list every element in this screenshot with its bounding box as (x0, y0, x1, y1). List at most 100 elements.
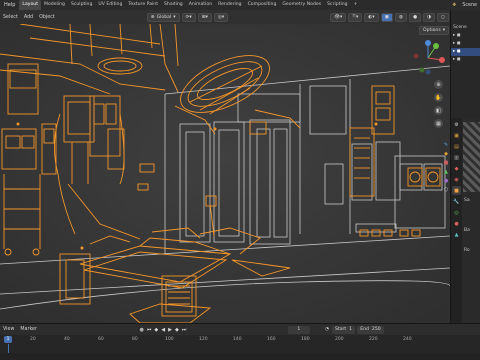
modifier-icon[interactable]: 🔧 (452, 197, 461, 206)
world-icon[interactable]: ◉ (452, 175, 461, 184)
pivot-point-button[interactable]: ⟳▾ (181, 12, 196, 22)
timeline-area[interactable]: 1 20 40 60 80 100 120 140 160 180 200 22… (0, 335, 480, 353)
tab-animation[interactable]: Animation (186, 0, 215, 10)
menu-view[interactable]: View (0, 327, 17, 332)
visibility-button[interactable]: 👁▾ (330, 12, 347, 22)
preview-range-icon[interactable]: ◔ (322, 327, 332, 332)
props-label: Ro (464, 248, 470, 253)
shading-rendered-button[interactable]: ○ (436, 12, 449, 22)
start-label: Start (335, 326, 347, 332)
tab-compositing[interactable]: Compositing (245, 0, 280, 10)
chevron-down-icon: ▾ (173, 14, 176, 20)
play-icon[interactable]: ▶ (167, 327, 174, 333)
viewport-header: Select Add Object ⊕ Global ▾ ⟳▾ ⊞▾ ◎▾ 👁▾… (0, 10, 450, 24)
side-toolbar: ✎ ◆ ■ ▲ ● ⬡ (442, 142, 450, 312)
tab-scripting[interactable]: Scripting (324, 0, 350, 10)
frame-tick: 140 (233, 337, 242, 342)
prev-key-icon[interactable]: ◆ (153, 327, 160, 333)
next-key-icon[interactable]: ◆ (173, 327, 180, 333)
tool-settings-icon[interactable]: ⚙ (452, 120, 461, 129)
overlays-button[interactable]: ◐▾ (364, 12, 379, 22)
tab-layout[interactable]: Layout (19, 0, 42, 10)
frame-tick: 220 (369, 337, 378, 342)
scene-selector[interactable]: Scene (459, 3, 480, 8)
end-frame-field[interactable]: End 250 (357, 325, 384, 334)
frame-tick: 160 (267, 337, 276, 342)
outliner-row-selected[interactable]: ▸ ◼ (451, 48, 480, 56)
play-reverse-icon[interactable]: ◀ (160, 327, 167, 333)
navigation-gizmo[interactable] (408, 38, 448, 78)
top-menu-bar: Help Layout Modeling Sculpting UV Editin… (0, 0, 480, 10)
camera-icon[interactable]: ◧ (434, 106, 443, 115)
tab-geometry-nodes[interactable]: Geometry Nodes (279, 0, 324, 10)
transform-orientation-dropdown[interactable]: ⊕ Global ▾ (146, 12, 180, 22)
menu-help[interactable]: Help (0, 0, 19, 10)
tool-icon[interactable]: ● (444, 178, 448, 184)
object-props-icon[interactable]: ■ (452, 186, 461, 195)
start-frame-field[interactable]: Start 1 (332, 325, 356, 334)
menu-select[interactable]: Select (0, 15, 21, 20)
jump-start-icon[interactable]: ⏮ (145, 327, 153, 333)
xray-toggle-button[interactable]: ▣ (380, 12, 393, 22)
physics-icon[interactable]: ◎ (452, 208, 461, 217)
end-label: End (360, 326, 369, 332)
zoom-icon[interactable]: ⊕ (434, 80, 443, 89)
tab-rendering[interactable]: Rendering (215, 0, 244, 10)
props-label: Ba (464, 228, 470, 233)
gizmo-toggle-button[interactable]: ⤧▾ (348, 12, 363, 22)
grid-icon[interactable]: ▦ (434, 119, 443, 128)
data-icon[interactable]: ▲ (452, 230, 461, 239)
output-icon[interactable]: ▤ (452, 142, 461, 151)
frame-tick: 80 (132, 337, 138, 342)
hand-pan-icon[interactable]: ✋ (434, 93, 443, 102)
tab-uv-editing[interactable]: UV Editing (95, 0, 125, 10)
tool-icon[interactable]: ■ (444, 160, 449, 166)
menu-object[interactable]: Object (36, 15, 58, 20)
tool-icon[interactable]: ◆ (444, 151, 448, 157)
outliner-row[interactable]: ▸ ◼ (451, 56, 480, 64)
tool-icon[interactable]: ✎ (444, 142, 448, 148)
frame-tick: 20 (30, 337, 36, 342)
outliner-row-scene[interactable]: Scene (451, 24, 480, 32)
menu-add[interactable]: Add (21, 15, 36, 20)
tool-icon[interactable]: ▲ (444, 169, 448, 175)
outliner-row[interactable]: ▸ ◼ (451, 40, 480, 48)
menu-marker[interactable]: Marker (17, 327, 40, 332)
proportional-edit-button[interactable]: ◎▾ (213, 12, 229, 22)
material-icon[interactable]: ● (452, 219, 461, 228)
frame-tick: 120 (199, 337, 208, 342)
tool-icon[interactable]: ⬡ (444, 187, 448, 193)
tab-shading[interactable]: Shading (161, 0, 186, 10)
3d-viewport[interactable]: Options ▾ ⊕ ✋ ◧ ▦ ✎ ◆ ■ ▲ ● ⬡ (0, 24, 450, 323)
current-frame-field[interactable]: 1 (287, 325, 310, 334)
tab-sculpting[interactable]: Sculpting (68, 0, 95, 10)
shading-material-button[interactable]: ◑ (422, 12, 435, 22)
view-layer-icon[interactable]: ▥ (452, 153, 461, 162)
scene-props-icon[interactable]: ◆ (452, 164, 461, 173)
shading-wireframe-button[interactable]: ◍ (394, 12, 407, 22)
playhead-indicator[interactable]: 1 (4, 336, 12, 343)
shading-solid-button[interactable]: ● (408, 12, 421, 22)
snap-button[interactable]: ⊞▾ (197, 12, 212, 22)
options-dropdown[interactable]: Options ▾ (419, 26, 450, 35)
auto-key-icon[interactable]: ● (138, 327, 145, 333)
texture-preview (463, 122, 480, 192)
frame-tick: 60 (98, 337, 104, 342)
add-workspace-icon[interactable]: + (351, 0, 361, 10)
properties-panel: ⚙ ▣ ▤ ▥ ◆ ◉ ■ 🔧 ◎ ● ▲ Sa Ba Ro (450, 118, 480, 323)
scene-icon[interactable]: ❖ (449, 3, 459, 8)
render-icon[interactable]: ▣ (452, 131, 461, 140)
jump-end-icon[interactable]: ⏭ (180, 327, 188, 333)
timeline-header: View Marker ● ⏮ ◆ ◀ ▶ ◆ ⏭ 1 ◔ Start 1 En… (0, 323, 480, 335)
viewport-nav-buttons: ⊕ ✋ ◧ ▦ (434, 80, 443, 128)
tab-modeling[interactable]: Modeling (41, 0, 68, 10)
tab-texture-paint[interactable]: Texture Paint (125, 0, 161, 10)
status-bar (0, 353, 480, 360)
orientation-icon: ⊕ (150, 14, 155, 20)
wireframe-scene (0, 24, 450, 323)
outliner-row[interactable]: ▸ ◼ (451, 32, 480, 40)
props-label: Sa (464, 198, 470, 203)
chevron-down-icon: ▾ (442, 28, 446, 33)
playhead-line (8, 344, 9, 353)
orientation-value: Global (156, 14, 172, 20)
